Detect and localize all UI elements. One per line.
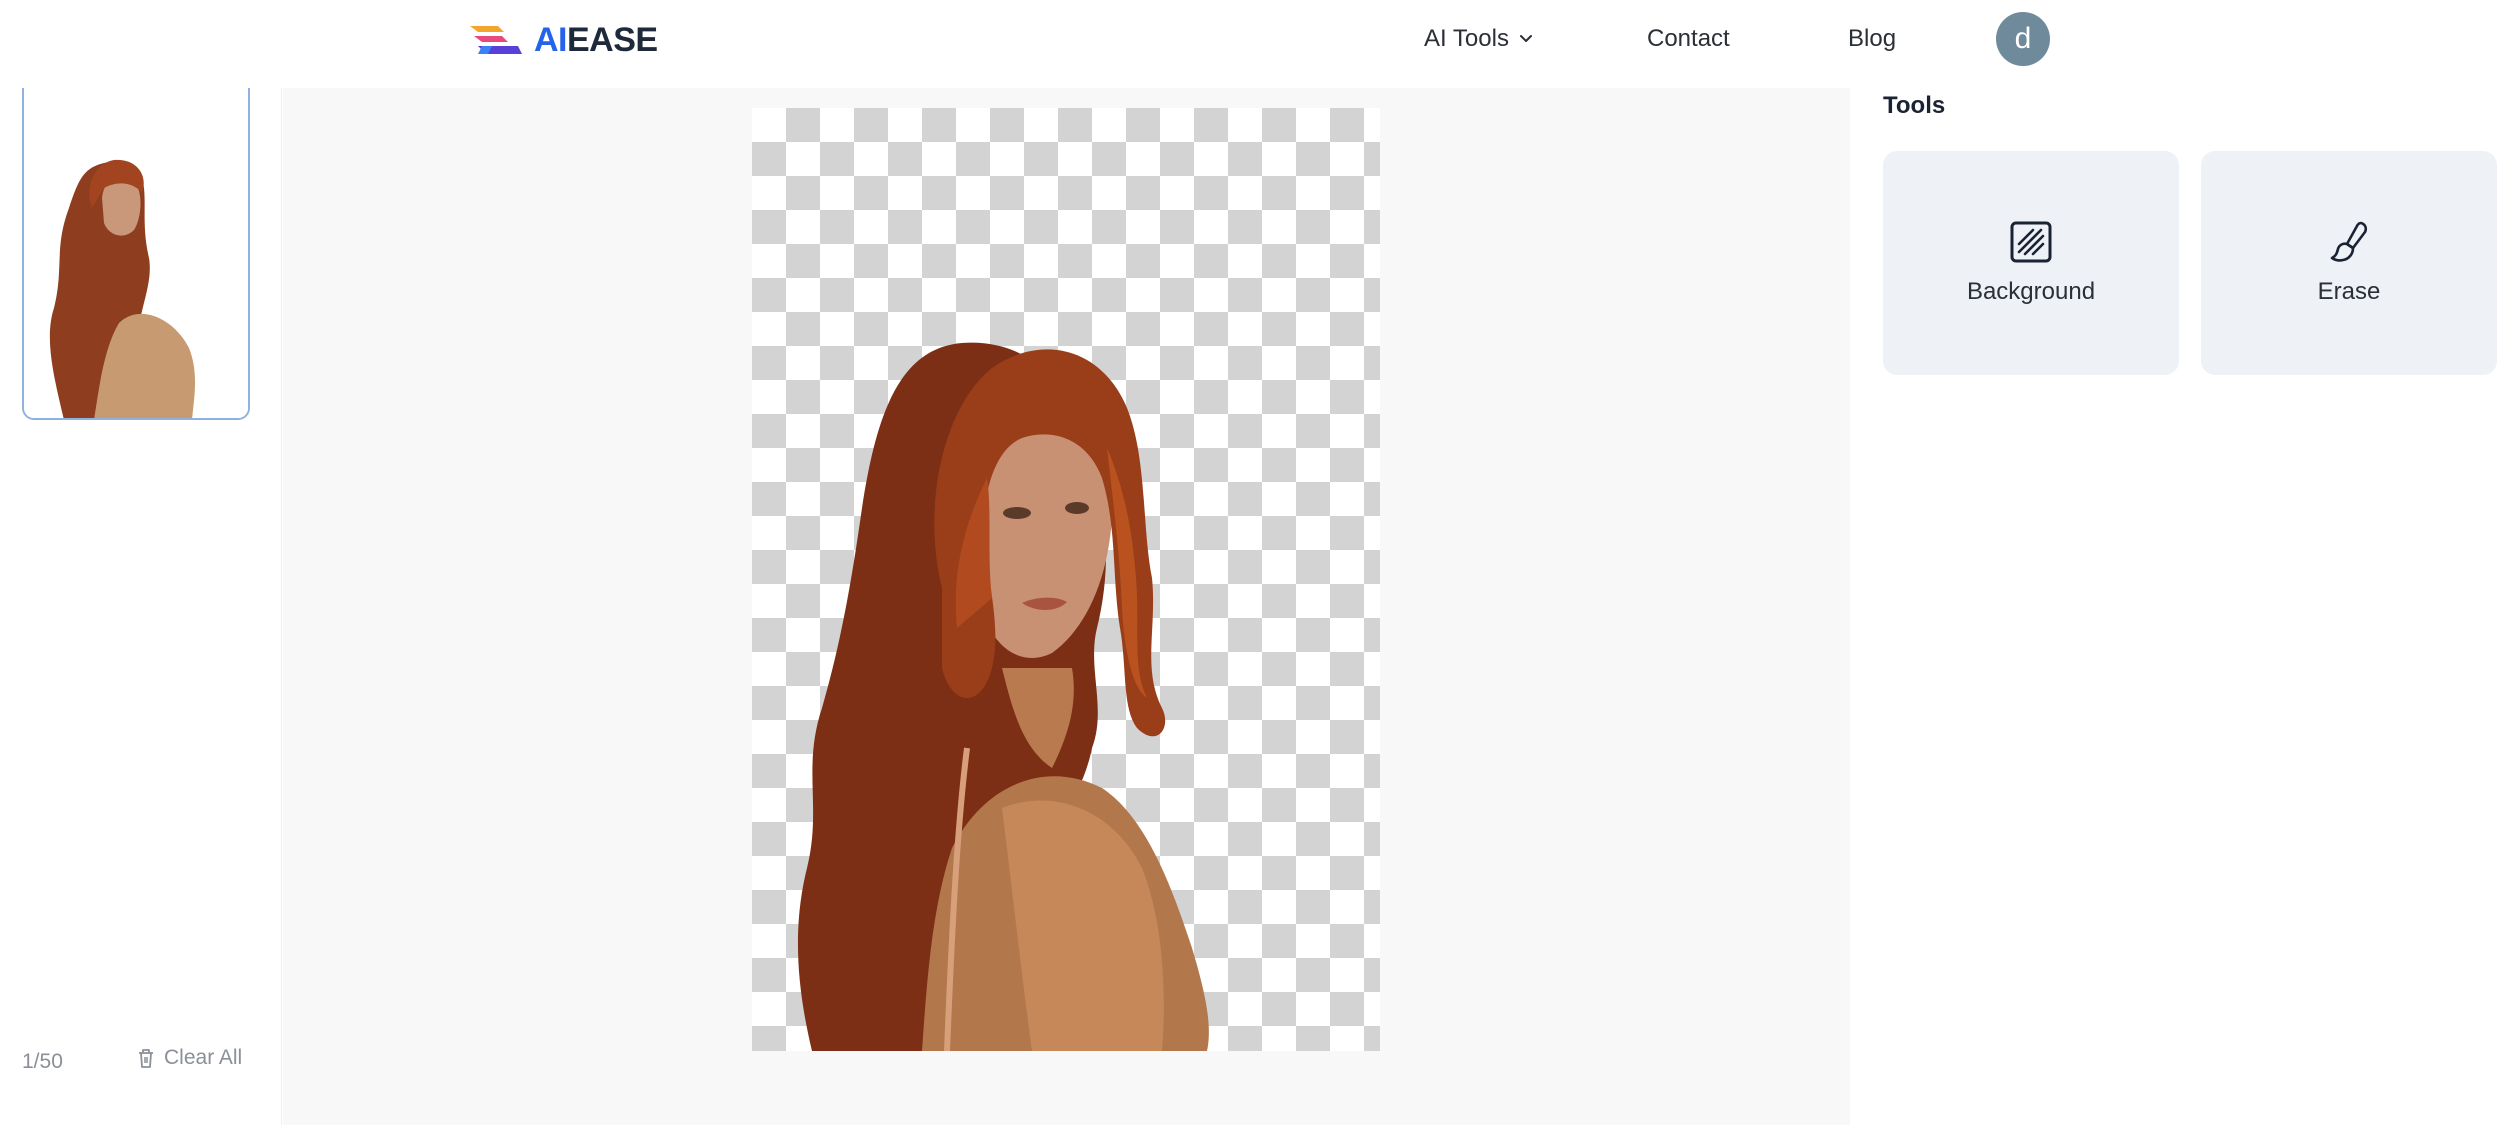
clear-all-label: Clear All [164,1046,243,1069]
nav-blog[interactable]: Blog [1848,0,1896,78]
logo-mark-icon [470,26,522,54]
tools-panel: Tools Background Erase [1850,88,2520,1125]
brush-icon [2330,221,2368,262]
background-tool-label: Background [1966,278,2096,305]
erase-tool-button[interactable]: Erase [2201,151,2497,375]
aiease-logo[interactable]: AIEASE [468,20,658,60]
cutout-portrait-image [797,342,1209,1051]
nav-contact-label: Contact [1647,25,1730,52]
thumbnail-image [24,88,248,418]
top-nav-bar: AIEASE AI Tools Contact Blog d [0,0,2520,88]
editor-canvas [283,88,1850,1125]
image-thumbnail[interactable] [22,88,250,420]
erase-tool-label: Erase [2317,278,2381,305]
clear-all-button[interactable]: Clear All [136,1046,242,1070]
background-pattern-icon [2010,221,2052,263]
nav-ai-tools[interactable]: AI Tools [1424,0,1535,78]
image-list-panel: 1/50 Clear All [0,88,282,1125]
background-tool-button[interactable]: Background [1883,151,2179,375]
trash-icon [139,1049,153,1068]
nav-ai-tools-label: AI Tools [1424,25,1509,52]
transparent-background-preview[interactable] [752,108,1380,1051]
chevron-down-icon [1519,35,1532,42]
user-avatar[interactable]: d [1996,12,2050,66]
tools-heading: Tools [1883,92,1946,119]
image-counter: 1/50 [22,1050,63,1073]
nav-blog-label: Blog [1848,25,1897,52]
brand-name: AIEASE [534,20,658,59]
nav-contact[interactable]: Contact [1647,0,1730,78]
